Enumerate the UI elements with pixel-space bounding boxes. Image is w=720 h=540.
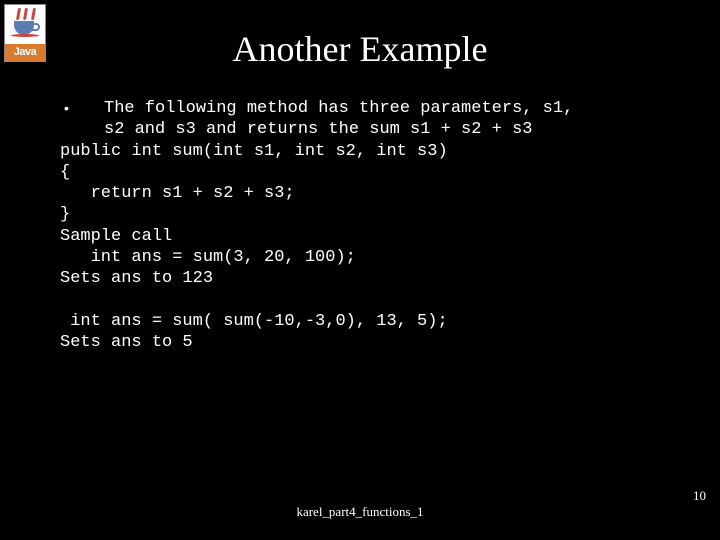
bullet-text-line2: s2 and s3 and returns the sum s1 + s2 + …	[104, 119, 532, 140]
slide-title: Another Example	[0, 28, 720, 70]
bullet-item: •The following method has three paramete…	[60, 98, 690, 119]
page-number: 10	[693, 488, 706, 504]
slide-content: •The following method has three paramete…	[60, 98, 690, 353]
java-steam-icon	[15, 8, 37, 22]
bullet-text-line1: The following method has three parameter…	[104, 98, 573, 119]
slide: Java Another Example •The following meth…	[0, 0, 720, 540]
code-block-1: public int sum(int s1, int s2, int s3) {…	[60, 142, 448, 289]
bullet-icon: •	[60, 98, 104, 119]
bullet-continuation: s2 and s3 and returns the sum s1 + s2 + …	[60, 119, 690, 140]
code-block-2: int ans = sum( sum(-10,-3,0), 13, 5); Se…	[60, 312, 448, 352]
footer-text: karel_part4_functions_1	[0, 504, 720, 520]
